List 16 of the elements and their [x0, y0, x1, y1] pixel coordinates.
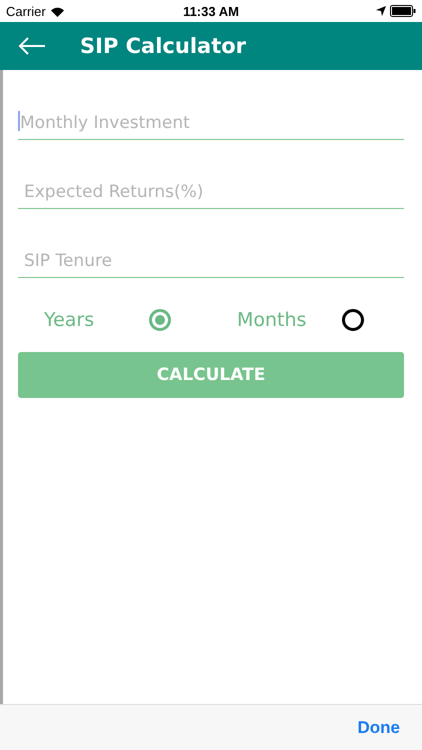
input-field[interactable]: SIP Tenure	[18, 251, 404, 277]
carrier-text: Carrier	[6, 4, 46, 18]
done-button[interactable]: Done	[358, 718, 400, 738]
radio-button[interactable]	[149, 309, 171, 331]
radio-button[interactable]	[342, 309, 364, 331]
input-field[interactable]: Monthly Investment	[20, 113, 404, 139]
radio-label: Years	[44, 309, 96, 331]
input-field[interactable]: Expected Returns(%)	[18, 182, 404, 208]
location-arrow-icon	[376, 6, 386, 16]
calculate-button[interactable]: CALCULATE	[18, 352, 404, 398]
header-title: SIP Calculator	[80, 34, 246, 58]
clock-text: 11:33 AM	[183, 4, 239, 18]
back-arrow-icon[interactable]	[18, 36, 46, 56]
wifi-icon	[50, 6, 65, 16]
battery-icon	[390, 5, 416, 17]
radio-label: Months	[237, 309, 308, 331]
